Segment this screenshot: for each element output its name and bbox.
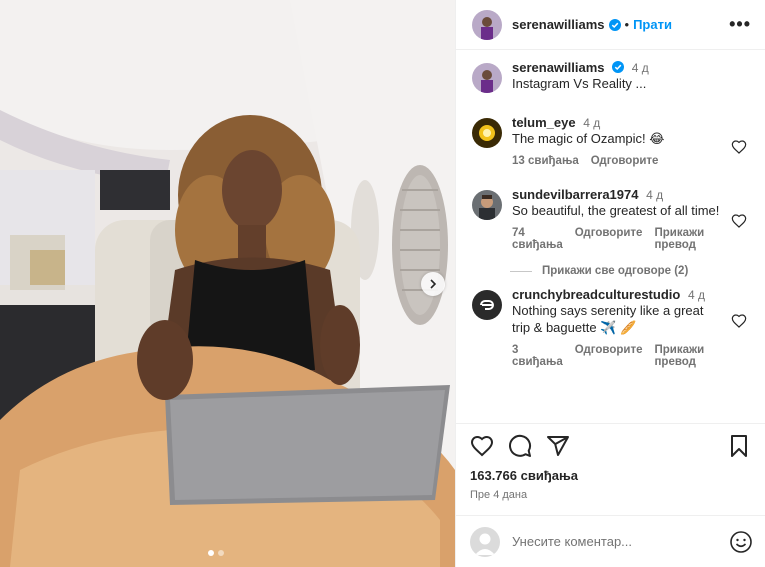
comments-list: serenawilliams 4 д Instagram Vs Reality …: [456, 50, 765, 423]
photo-illustration: [0, 0, 455, 567]
actions-bar: 163.766 свиђања Пре 4 дана: [456, 423, 765, 501]
more-options-icon[interactable]: •••: [729, 14, 751, 35]
heart-icon[interactable]: [470, 434, 494, 458]
share-icon[interactable]: [546, 434, 570, 458]
heart-icon[interactable]: [731, 139, 747, 155]
author-username[interactable]: serenawilliams: [512, 17, 605, 32]
view-replies-button[interactable]: Прикажи све одговоре (2): [510, 265, 749, 277]
carousel-next-button[interactable]: [421, 272, 445, 296]
bookmark-icon[interactable]: [727, 434, 751, 458]
carousel-dots: [208, 550, 224, 556]
avatar-image: [472, 190, 502, 220]
comment-likes[interactable]: 3 свиђања: [512, 344, 563, 368]
heart-icon[interactable]: [731, 313, 747, 329]
comment-likes[interactable]: 74 свиђања: [512, 227, 563, 251]
posted-time[interactable]: Пре 4 дана: [470, 489, 751, 501]
replies-divider: [510, 270, 532, 272]
comment-avatar[interactable]: [472, 290, 502, 320]
reply-button[interactable]: Одговорите: [591, 155, 659, 167]
heart-icon[interactable]: [731, 213, 747, 229]
comment-likes[interactable]: 13 свиђања: [512, 155, 579, 167]
caption-time[interactable]: 4 д: [632, 61, 649, 75]
comment-time[interactable]: 4 д: [646, 188, 663, 202]
translate-button[interactable]: Прикажи превод: [654, 227, 723, 251]
caption-body: serenawilliams 4 д Instagram Vs Reality …: [512, 60, 749, 93]
post-header: serenawilliams • Прати •••: [456, 0, 765, 50]
comment-avatar[interactable]: [472, 190, 502, 220]
author-avatar[interactable]: [472, 9, 502, 40]
emoji-icon[interactable]: [729, 530, 753, 554]
caption-avatar[interactable]: [472, 63, 502, 93]
comment-meta: 3 свиђања Одговорите Прикажи превод: [512, 344, 723, 368]
comment-row: crunchybreadculturestudio 4 д Nothing sa…: [472, 287, 749, 368]
caption-row: serenawilliams 4 д Instagram Vs Reality …: [472, 60, 749, 93]
comment-time[interactable]: 4 д: [688, 288, 705, 302]
caption-text: Instagram Vs Reality ...: [512, 76, 647, 91]
comment-text: The magic of Ozampic! 😂: [512, 131, 665, 146]
comment-text: So beautiful, the greatest of all time!: [512, 203, 720, 218]
avatar-image: [472, 290, 502, 320]
comment-body: telum_eye 4 д The magic of Ozampic! 😂 13…: [512, 115, 749, 167]
verified-icon: [612, 61, 625, 73]
action-icons: [470, 434, 751, 458]
avatar-placeholder-icon: [470, 526, 500, 557]
carousel-dot: [218, 550, 224, 556]
comment-username[interactable]: crunchybreadculturestudio: [512, 287, 680, 302]
chevron-right-icon: [430, 279, 437, 289]
post-photo[interactable]: [0, 0, 455, 567]
translate-button[interactable]: Прикажи превод: [654, 344, 723, 368]
comment-input[interactable]: [512, 534, 729, 549]
add-comment-bar: [456, 515, 765, 567]
verified-icon: [608, 18, 621, 31]
avatar-image: [472, 9, 502, 40]
reply-button[interactable]: Одговорите: [575, 344, 643, 368]
comment-body: crunchybreadculturestudio 4 д Nothing sa…: [512, 287, 749, 368]
avatar-image: [472, 118, 502, 148]
carousel-dot-active: [208, 550, 214, 556]
comment-row: telum_eye 4 д The magic of Ozampic! 😂 13…: [472, 115, 749, 167]
comment-meta: 74 свиђања Одговорите Прикажи превод: [512, 227, 723, 251]
instagram-post-view: serenawilliams • Прати ••• serenawilliam…: [0, 0, 765, 567]
comment-icon[interactable]: [508, 434, 532, 458]
comment-body: sundevilbarrera1974 4 д So beautiful, th…: [512, 187, 749, 251]
post-sidebar: serenawilliams • Прати ••• serenawilliam…: [455, 0, 765, 567]
comment-text: Nothing says serenity like a great trip …: [512, 303, 704, 335]
likes-count[interactable]: 163.766 свиђања: [470, 468, 751, 483]
viewer-avatar: [470, 526, 500, 557]
view-replies-label: Прикажи све одговоре (2): [542, 265, 689, 277]
comment-meta: 13 свиђања Одговорите: [512, 155, 723, 167]
reply-button[interactable]: Одговорите: [575, 227, 643, 251]
comment-row: sundevilbarrera1974 4 д So beautiful, th…: [472, 187, 749, 251]
comment-time[interactable]: 4 д: [583, 116, 600, 130]
follow-button[interactable]: Прати: [633, 17, 672, 32]
comment-avatar[interactable]: [472, 118, 502, 148]
avatar-image: [472, 63, 502, 93]
caption-username[interactable]: serenawilliams: [512, 60, 605, 75]
comment-username[interactable]: sundevilbarrera1974: [512, 187, 638, 202]
header-separator: •: [624, 17, 630, 32]
comment-username[interactable]: telum_eye: [512, 115, 576, 130]
